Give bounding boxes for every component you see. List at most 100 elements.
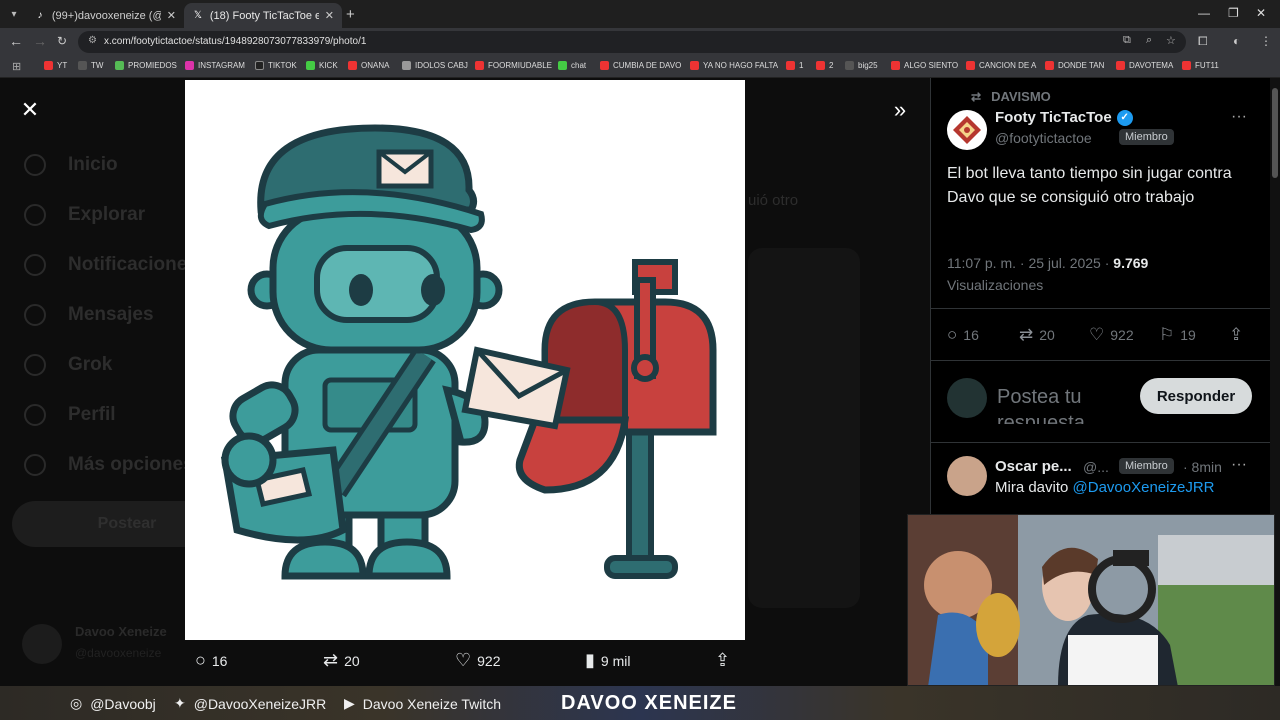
x-icon bbox=[845, 61, 854, 70]
expand-panel-icon[interactable]: » bbox=[886, 97, 914, 122]
bookmark-item[interactable]: ONANA bbox=[348, 61, 389, 70]
install-icon[interactable]: ⧉ bbox=[1123, 34, 1131, 47]
bookmark-item[interactable]: FOORMIUDABLE bbox=[475, 61, 552, 70]
back-icon[interactable]: ← bbox=[9, 33, 23, 49]
background-tweet-text: uió otro bbox=[748, 192, 799, 209]
restore-icon[interactable]: ❐ bbox=[1228, 6, 1239, 20]
close-tab-icon[interactable]: ✕ bbox=[325, 9, 334, 22]
views-button[interactable]: ▮ 9 mil bbox=[585, 650, 630, 671]
nav-home: Inicio bbox=[24, 154, 118, 176]
comment-author-name[interactable]: Oscar pe... bbox=[995, 458, 1072, 475]
reply-submit-button[interactable]: Responder bbox=[1140, 378, 1252, 414]
close-icon[interactable]: ✕ bbox=[18, 97, 42, 122]
stream-overlay-bar: ◎ @Davoobj ✦ @DavooXeneizeJRR ▶ Davoo Xenei… bbox=[0, 686, 1280, 720]
tweet-timestamp[interactable]: 11:07 p. m. · 25 jul. 2025 · bbox=[947, 255, 1113, 271]
bookmark-stat[interactable]: ⚐ 19 bbox=[1159, 325, 1196, 345]
close-window-icon[interactable]: ✕ bbox=[1256, 6, 1266, 20]
like-stat[interactable]: ♡ 922 bbox=[1089, 325, 1134, 345]
background-media-card bbox=[748, 248, 860, 608]
site-info-icon[interactable]: ⚙ bbox=[88, 35, 97, 46]
tab-davooxeneize[interactable]: ♪ (99+)davooxeneize (@davooxe ✕ bbox=[26, 3, 184, 28]
bookmark-item[interactable]: DONDE TAN bbox=[1045, 61, 1104, 70]
tab-footy-tictactoe[interactable]: 𝕏 (18) Footy TicTacToe en X: "El bo ✕ bbox=[184, 3, 342, 28]
minimize-icon[interactable]: — bbox=[1198, 6, 1210, 20]
share-button[interactable]: ⇪ bbox=[715, 650, 736, 671]
repost-icon: ⇄ bbox=[323, 650, 339, 670]
youtube-icon bbox=[1045, 61, 1054, 70]
reply-stat[interactable]: ○ 16 bbox=[947, 325, 979, 345]
bookmark-star-icon[interactable]: ☆ bbox=[1166, 34, 1176, 47]
youtube-icon bbox=[600, 61, 609, 70]
bookmark-item[interactable]: ALGO SIENTO bbox=[891, 61, 958, 70]
youtube-icon bbox=[891, 61, 900, 70]
bookmark-item[interactable]: TW bbox=[78, 61, 103, 70]
instagram-icon: ◎ bbox=[70, 695, 83, 711]
tab-search-icon[interactable]: ▾ bbox=[4, 4, 24, 24]
bookmark-item[interactable]: TIKTOK bbox=[255, 61, 297, 70]
bookmark-item[interactable]: PROMIEDOS bbox=[115, 61, 177, 70]
zoom-icon[interactable]: ⌕ bbox=[1146, 34, 1152, 47]
author-handle[interactable]: @footytictactoe bbox=[995, 130, 1092, 146]
bookmark-item[interactable]: FUT11 bbox=[1182, 61, 1219, 70]
comment-text: Mira davito @DavooXeneizeJRR bbox=[995, 479, 1215, 496]
more-icon bbox=[24, 454, 46, 476]
bookmark-item[interactable]: KICK bbox=[306, 61, 338, 70]
share-stat[interactable]: ⇪ bbox=[1229, 325, 1249, 345]
reply-button[interactable]: ○ 16 bbox=[195, 650, 227, 671]
nav-messages: Mensajes bbox=[24, 304, 154, 326]
tweet-photo[interactable] bbox=[185, 80, 745, 640]
more-options-icon[interactable]: ··· bbox=[1231, 456, 1247, 474]
extensions-icon[interactable]: ⧠ bbox=[1198, 34, 1208, 49]
mention-link[interactable]: @DavooXeneizeJRR bbox=[1073, 479, 1215, 496]
bookmarks-bar: ⊞ YT TW PROMIEDOS INSTAGRAM TIKTOK KICK … bbox=[0, 56, 1280, 78]
bookmark-item[interactable]: YA NO HAGO FALTA bbox=[690, 61, 778, 70]
robot-mailman-illustration bbox=[220, 124, 717, 580]
apps-grid-icon[interactable]: ⊞ bbox=[12, 60, 21, 73]
new-tab-icon[interactable]: + bbox=[346, 6, 355, 23]
more-options-icon[interactable]: ··· bbox=[1231, 108, 1247, 126]
youtube-icon bbox=[786, 61, 795, 70]
share-icon: ⇪ bbox=[1229, 325, 1244, 344]
bar-chart-icon: ▮ bbox=[585, 650, 595, 670]
address-bar[interactable]: ⚙ x.com/footytictactoe/status/1948928073… bbox=[78, 31, 1186, 53]
like-button[interactable]: ♡ 922 bbox=[455, 650, 501, 671]
bookmark-item[interactable]: big25 bbox=[845, 61, 878, 70]
forward-icon[interactable]: → bbox=[33, 33, 47, 49]
bookmark-item[interactable]: DAVOTEMA bbox=[1116, 61, 1173, 70]
bookmark-item[interactable]: IDOLOS CABJ bbox=[402, 61, 468, 70]
bookmark-item[interactable]: CANCION DE A bbox=[966, 61, 1036, 70]
streamer-webcam bbox=[907, 514, 1275, 686]
x-icon bbox=[78, 61, 87, 70]
avatar bbox=[22, 624, 62, 664]
bookmark-item[interactable]: YT bbox=[44, 61, 67, 70]
author-name[interactable]: Footy TicTacToe ✓ bbox=[995, 109, 1133, 126]
nav-more: Más opciones bbox=[24, 454, 194, 476]
bookmark-item[interactable]: chat bbox=[558, 61, 586, 70]
avatar[interactable] bbox=[947, 456, 987, 496]
profile-icon[interactable]: ◐ bbox=[1233, 34, 1240, 48]
divider bbox=[931, 308, 1271, 309]
bookmark-item[interactable]: CUMBIA DE DAVO bbox=[600, 61, 681, 70]
bookmark-item[interactable]: 2 bbox=[816, 61, 833, 70]
url-text[interactable]: x.com/footytictactoe/status/194892807307… bbox=[104, 36, 366, 47]
reply-input[interactable]: Postea tu respuesta bbox=[997, 384, 1117, 424]
repost-button[interactable]: ⇄ 20 bbox=[323, 650, 360, 671]
bookmark-item[interactable]: INSTAGRAM bbox=[185, 61, 245, 70]
bookmark-item[interactable]: 1 bbox=[786, 61, 803, 70]
close-tab-icon[interactable]: ✕ bbox=[167, 9, 176, 22]
menu-icon[interactable]: ⋮ bbox=[1260, 34, 1272, 48]
comment-text-body: Mira davito bbox=[995, 479, 1073, 496]
reload-icon[interactable]: ↻ bbox=[57, 34, 67, 48]
comment-author-handle[interactable]: @... bbox=[1083, 459, 1109, 475]
repost-stat[interactable]: ⇄ 20 bbox=[1019, 325, 1055, 345]
scrollbar-thumb[interactable] bbox=[1272, 88, 1278, 178]
comment-time[interactable]: · 8min bbox=[1183, 459, 1222, 475]
avatar[interactable] bbox=[947, 110, 987, 150]
tweet-stats: ○ 16 ⇄ 20 ♡ 922 ⚐ 19 ⇪ bbox=[947, 325, 1257, 347]
tweet-meta: 11:07 p. m. · 25 jul. 2025 · 9.769 Visua… bbox=[947, 252, 1148, 296]
account-handle: @davooxeneize bbox=[75, 646, 162, 660]
nav-grok: Grok bbox=[24, 354, 112, 376]
mail-icon bbox=[24, 304, 46, 326]
tiktok-icon: ♪ bbox=[37, 10, 43, 21]
heart-icon: ♡ bbox=[455, 650, 472, 670]
